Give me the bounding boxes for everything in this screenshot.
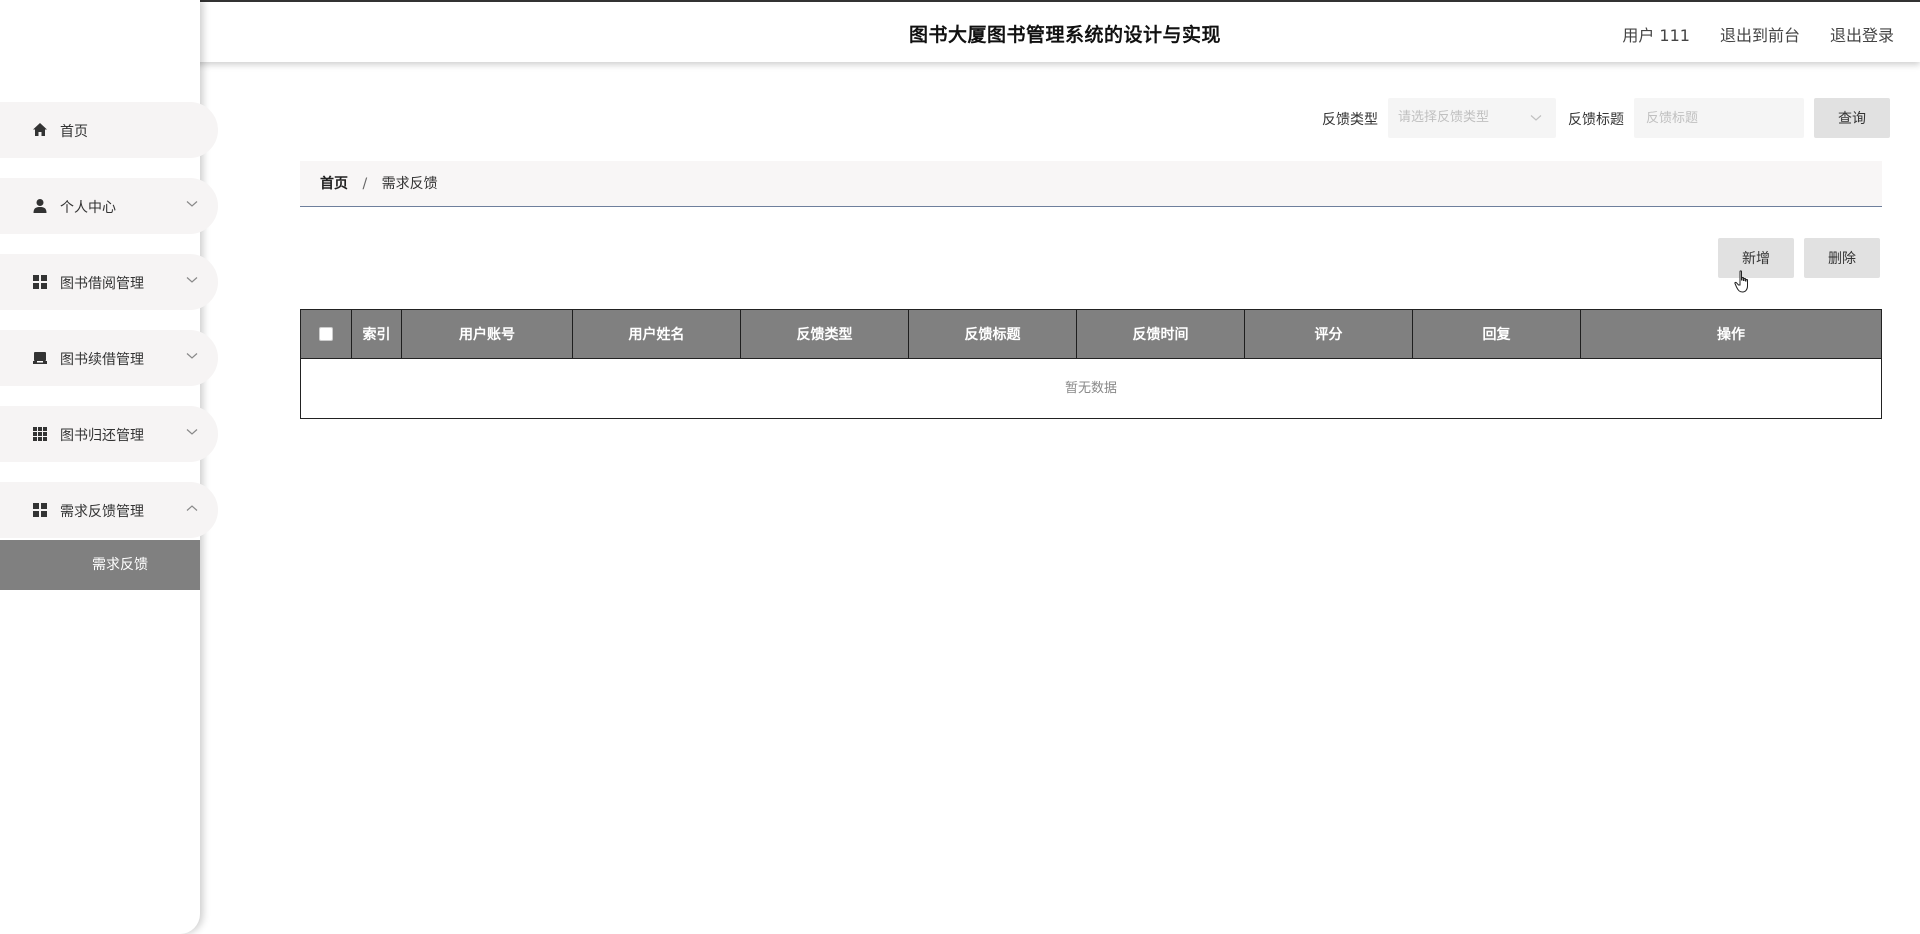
feedback-type-placeholder: 请选择反馈类型 [1398,110,1490,125]
chevron-down-icon [1530,115,1542,121]
column-header: 索引 [352,310,402,358]
chevron-up-icon [186,505,198,511]
table-body: 暂无数据 [301,358,1881,418]
home-icon [33,123,47,136]
feedback-type-label: 反馈类型 [1322,112,1378,128]
breadcrumb-home[interactable]: 首页 [320,176,348,192]
sidebar: 首页 个人中心 图书借阅管理 图书续借管理 图书归还管理 需求反馈管理 需求反馈 [0,0,218,934]
feedback-table: 索引 用户账号 用户姓名 反馈类型 反馈标题 反馈时间 评分 回复 操作 暂无数… [300,309,1882,419]
logout-link[interactable]: 退出登录 [1830,22,1894,46]
sidebar-item-feedback-management[interactable]: 需求反馈管理 [0,482,218,538]
query-button[interactable]: 查询 [1814,98,1890,138]
chevron-down-icon [186,353,198,359]
sidebar-item-home[interactable]: 首页 [0,102,218,158]
sidebar-item-label: 首页 [60,124,88,140]
breadcrumb-current: 需求反馈 [381,176,438,192]
sidebar-item-label: 图书借阅管理 [60,276,144,292]
inbox-icon [33,352,47,364]
sidebar-item-renew-management[interactable]: 图书续借管理 [0,330,218,386]
empty-state-text: 暂无数据 [1064,381,1117,396]
grid-icon [33,275,47,289]
sidebar-subitem-feedback[interactable]: 需求反馈 [0,540,200,590]
header-links: 用户 111 退出到前台 退出登录 [1622,22,1894,46]
column-header: 操作 [1717,327,1745,343]
column-header: 评分 [1245,310,1413,358]
sidebar-item-label: 个人中心 [60,200,116,216]
user-icon [33,199,47,213]
sidebar-item-return-management[interactable]: 图书归还管理 [0,406,218,462]
sidebar-item-label: 图书归还管理 [60,428,144,444]
sidebar-item-borrow-management[interactable]: 图书借阅管理 [0,254,218,310]
select-all-cell [301,310,352,358]
breadcrumb: 首页 / 需求反馈 [300,161,1882,207]
column-header: 反馈时间 [1077,310,1245,358]
chevron-down-icon [186,429,198,435]
table-header: 索引 用户账号 用户姓名 反馈类型 反馈标题 反馈时间 评分 回复 操作 [301,310,1881,358]
column-header: 用户账号 [402,310,573,358]
column-header: 反馈类型 [741,310,909,358]
feedback-type-select[interactable]: 请选择反馈类型 [1388,98,1556,138]
top-header: 图书大厦图书管理系统的设计与实现 用户 111 退出到前台 退出登录 [0,0,1920,62]
feedback-title-input[interactable] [1634,98,1804,138]
sidebar-item-personal-center[interactable]: 个人中心 [0,178,218,234]
column-header: 回复 [1413,310,1581,358]
feedback-title-label: 反馈标题 [1568,112,1624,128]
to-front-link[interactable]: 退出到前台 [1720,22,1800,46]
hand-cursor-icon [1734,270,1748,293]
chevron-down-icon [186,201,198,207]
delete-button[interactable]: 删除 [1804,238,1880,278]
chevron-down-icon [186,277,198,283]
grid-icon [33,503,47,517]
sidebar-item-label: 图书续借管理 [60,352,144,368]
apps-icon [33,427,47,441]
column-header: 用户姓名 [573,310,741,358]
add-button[interactable]: 新增 [1718,238,1794,278]
column-header: 反馈标题 [909,310,1077,358]
select-all-checkbox[interactable] [319,327,333,341]
user-label[interactable]: 用户 111 [1622,22,1690,46]
sidebar-item-label: 需求反馈管理 [60,504,144,520]
breadcrumb-separator: / [362,176,368,192]
